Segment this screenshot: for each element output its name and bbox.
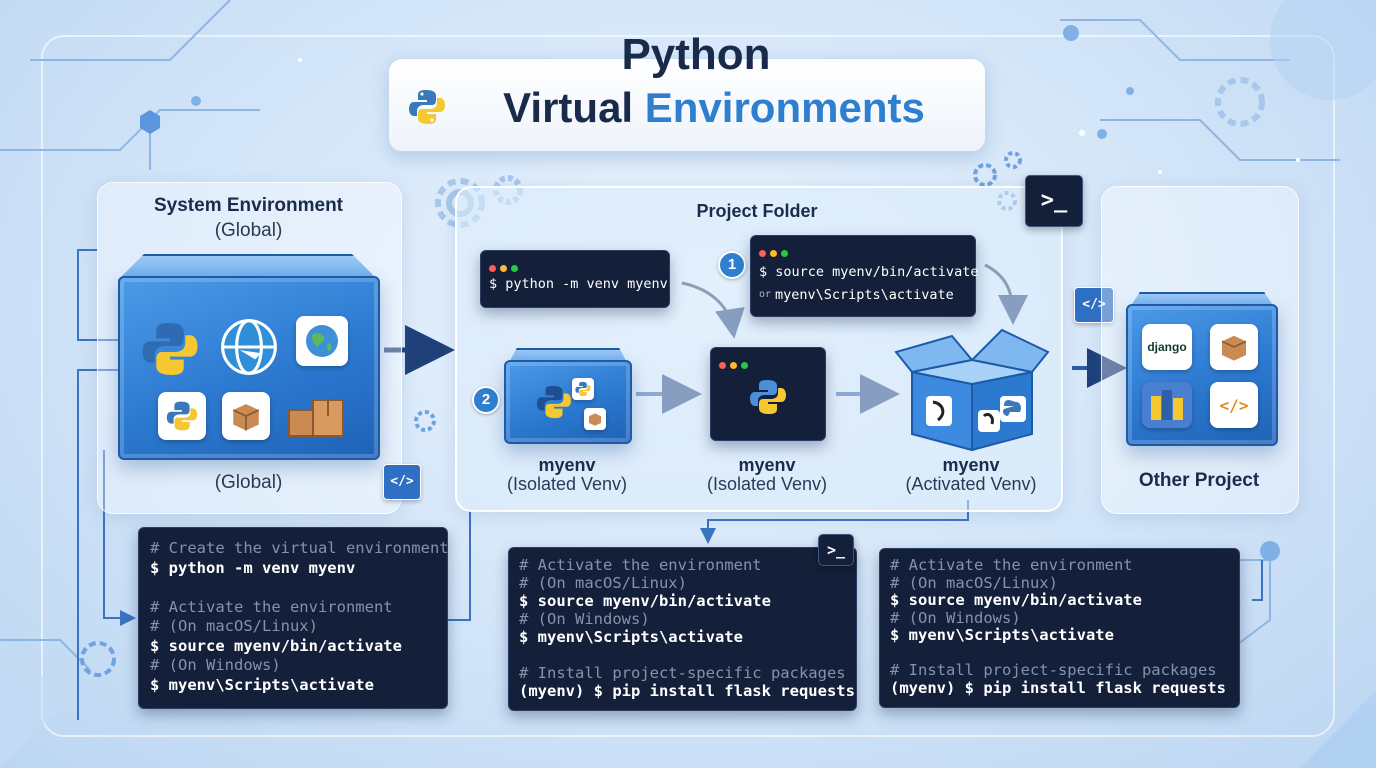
venv-3-name: myenv (942, 455, 1000, 475)
other-project-title: Other Project (1138, 470, 1260, 491)
python-icon (138, 318, 202, 380)
create-command-terminal: $ python -m venv myenv (480, 250, 670, 308)
activate-command-windows: myenv\Scripts\activate (775, 287, 954, 303)
code-command-line: $ myenv\Scripts\activate (150, 675, 374, 694)
code-command-line: $ myenv\Scripts\activate (519, 628, 743, 646)
activate-command-unix: $ source myenv/bin/activate (759, 264, 979, 280)
window-dots (719, 354, 752, 373)
packages-stack-icon (286, 388, 348, 440)
package-box-icon (1210, 324, 1258, 370)
code-comment-line: # Install project-specific packages (519, 664, 846, 682)
code-icon: </> (383, 464, 421, 500)
venv-1-name: myenv (538, 455, 596, 475)
code-comment-line: # (On macOS/Linux) (519, 574, 687, 592)
django-label: django (1147, 340, 1187, 354)
system-cube (118, 276, 380, 460)
step-2-badge: 2 (472, 386, 500, 414)
code-command-line: $ python -m venv myenv (150, 558, 356, 577)
code-comment-line: # Activate the environment (150, 597, 393, 616)
code-block-middle-lines: # Activate the environment # (On macOS/Li… (519, 556, 855, 700)
system-environment-footer: (Global) (214, 472, 283, 493)
other-project-cube: django </> (1126, 304, 1278, 446)
code-comment-line: # (On macOS/Linux) (890, 573, 1058, 592)
code-command-line: $ source myenv/bin/activate (519, 592, 771, 610)
code-command-line: (myenv) $ pip install flask requests (519, 682, 855, 700)
code-comment-line: # (On Windows) (890, 608, 1021, 627)
activate-or-label: or (759, 289, 772, 300)
code-comment-line: # Create the virtual environment (150, 539, 449, 557)
window-dots (759, 242, 792, 261)
system-environment-title: System Environment (154, 195, 343, 216)
code-comment-line: # Activate the environment (519, 556, 762, 574)
title-word-virtual: Virtual (503, 84, 634, 131)
venv-2-subtitle: (Isolated Venv) (706, 474, 828, 494)
code-block-left: # Create the virtual environment $ python… (138, 527, 449, 709)
code-comment-line: # Activate the environment (890, 556, 1133, 574)
code-comment-line: # (On macOS/Linux) (150, 617, 318, 635)
system-environment-subtitle: (Global) (214, 220, 283, 241)
code-block-middle: # Activate the environment # (On macOS/Li… (508, 547, 857, 711)
package-box-icon (222, 392, 270, 440)
activate-command-terminal: $ source myenv/bin/activate or myenv\Scr… (750, 235, 979, 317)
window-dots (489, 257, 522, 276)
title-word-environments: Environments (644, 84, 925, 131)
create-command: $ python -m venv myenv (489, 276, 668, 292)
step-1-badge: 1 (718, 251, 746, 279)
code-comment-line: # (On Windows) (150, 656, 281, 674)
terminal-prompt-icon: >_ (818, 534, 854, 566)
venv-1-subtitle: (Isolated Venv) (506, 474, 628, 494)
code-command-line: $ source myenv/bin/activate (890, 591, 1142, 609)
project-folder-title: Project Folder (696, 201, 818, 221)
python-package-icon (572, 378, 594, 400)
code-block-right: # Activate the environment # (On macOS/Li… (879, 548, 1240, 708)
code-block-right-lines: # Activate the environment # (On macOS/Li… (890, 556, 1226, 697)
code-command-line: $ myenv\Scripts\activate (890, 626, 1114, 644)
python-package-icon (158, 392, 206, 440)
venv-2-name: myenv (738, 455, 796, 475)
globe-icon (216, 314, 282, 380)
python-icon (749, 378, 787, 420)
code-block-left-lines: # Create the virtual environment $ python… (150, 539, 449, 695)
code-icon: </> (1210, 382, 1258, 428)
python-icon (536, 384, 572, 425)
code-comment-line: # Install project-specific packages (890, 661, 1217, 679)
package-box-icon (584, 408, 606, 430)
django-icon: django (1142, 324, 1192, 370)
title-line-1: Python (621, 30, 771, 79)
terminal-prompt-icon: >_ (1025, 175, 1083, 227)
library-blocks-icon (1142, 382, 1192, 428)
venv-3-subtitle: (Activated Venv) (905, 474, 1037, 494)
isolated-venv-box (504, 360, 632, 444)
code-comment-line: # (On Windows) (519, 610, 650, 628)
venv-terminal-window (710, 347, 826, 441)
code-command-line: (myenv) $ pip install flask requests (890, 678, 1226, 697)
activated-venv-open-box (892, 322, 1052, 457)
title-line-2: Virtual Environments (400, 84, 980, 132)
earth-icon (296, 316, 348, 366)
python-logo-icon (408, 88, 446, 131)
code-command-line: $ source myenv/bin/activate (150, 636, 402, 655)
